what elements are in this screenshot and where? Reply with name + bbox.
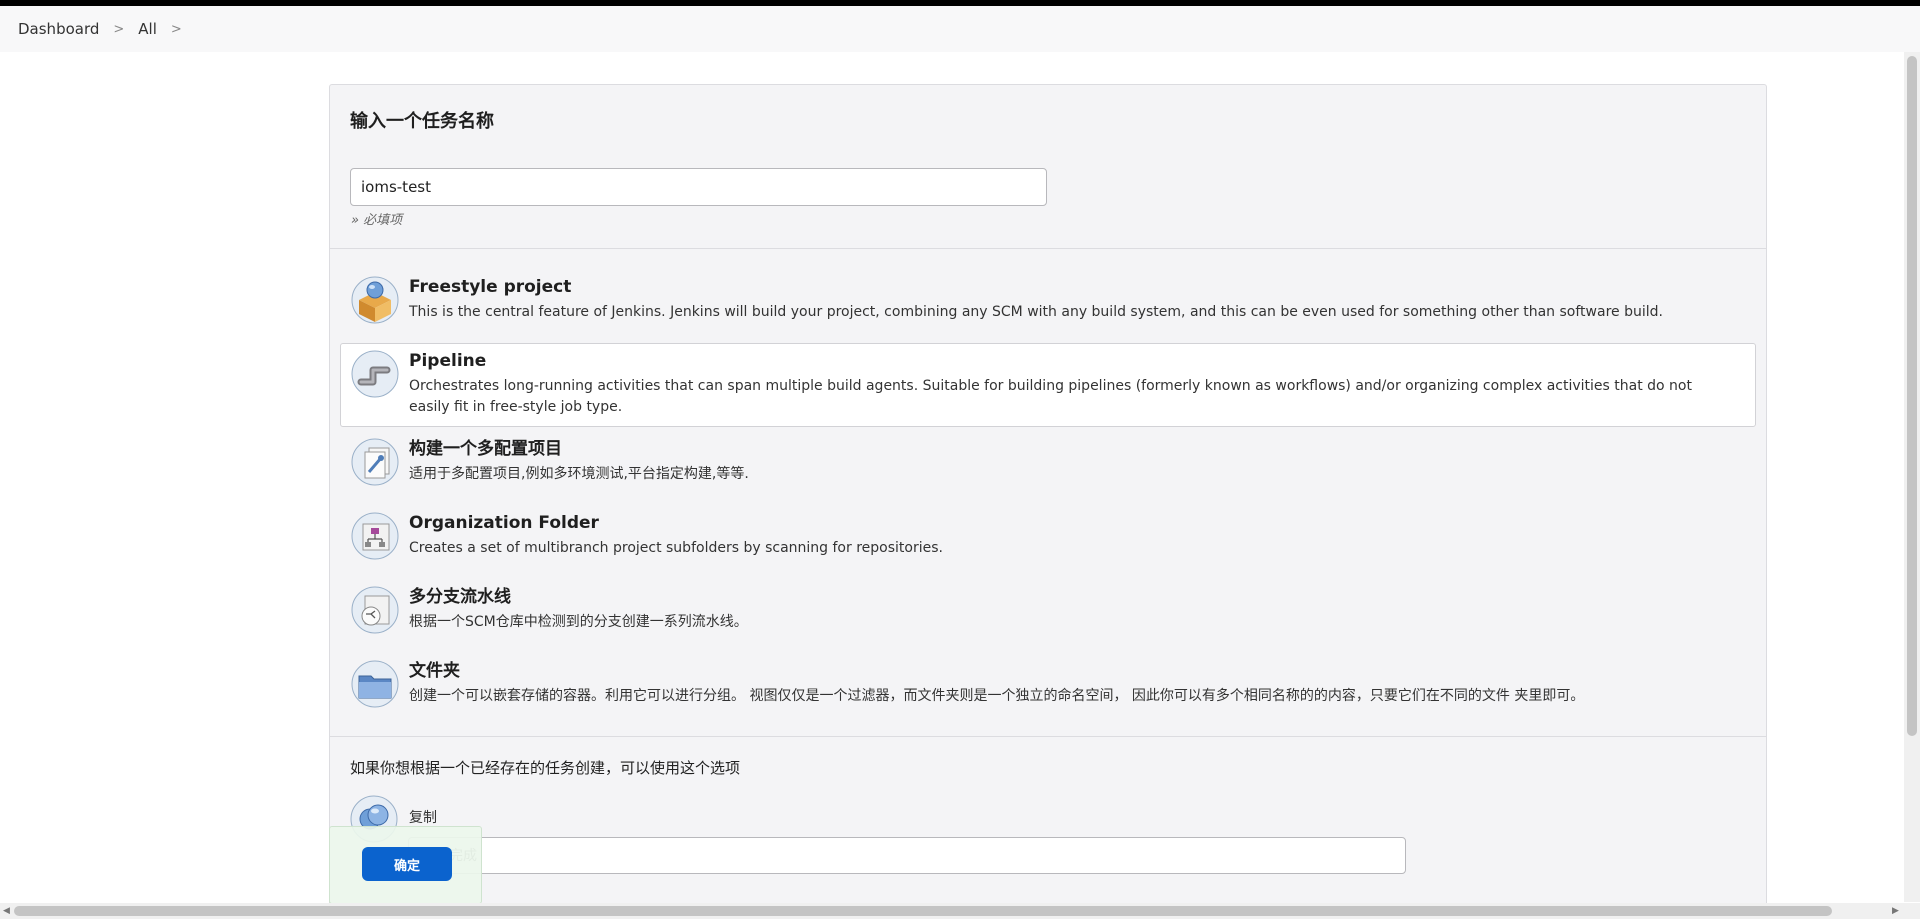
scroll-right-arrow-icon[interactable]: ▶ — [1892, 903, 1899, 919]
item-type-list: Freestyle project This is the central fe… — [330, 249, 1766, 737]
type-description: 适用于多配置项目,例如多环境测试,平台指定构建,等等. — [409, 466, 749, 482]
type-description: Creates a set of multibranch project sub… — [409, 540, 943, 556]
type-item-pipeline[interactable]: Pipeline Orchestrates long-running activ… — [340, 343, 1756, 427]
item-name-section: 输入一个任务名称 » 必填项 — [330, 85, 1766, 249]
type-name: 构建一个多配置项目 — [409, 439, 562, 459]
type-name: Organization Folder — [409, 513, 599, 533]
horizontal-scrollbar[interactable]: ◀ ▶ — [0, 903, 1920, 919]
type-name: Freestyle project — [409, 277, 572, 297]
freestyle-box-icon — [351, 276, 399, 324]
multi-config-icon — [351, 438, 399, 486]
breadcrumb-dashboard[interactable]: Dashboard — [18, 20, 99, 38]
breadcrumb-all[interactable]: All — [138, 20, 157, 38]
scroll-left-arrow-icon[interactable]: ◀ — [3, 903, 10, 919]
copy-from-title: 如果你想根据一个已经存在的任务创建，可以使用这个选项 — [350, 759, 741, 777]
copy-label: 复制 — [409, 810, 437, 826]
type-description: 创建一个可以嵌套存储的容器。利用它可以进行分组。 视图仅仅是一个过滤器，而文件夹… — [409, 688, 1585, 704]
type-item-multi-config[interactable]: 构建一个多配置项目 适用于多配置项目,例如多环境测试,平台指定构建,等等. — [340, 431, 1756, 501]
required-hint: » 必填项 — [351, 213, 403, 228]
horizontal-scrollbar-thumb[interactable] — [14, 906, 1832, 916]
type-item-freestyle[interactable]: Freestyle project This is the central fe… — [340, 269, 1756, 339]
copy-from-section: 如果你想根据一个已经存在的任务创建，可以使用这个选项 复制 — [330, 737, 1766, 874]
type-description: 根据一个SCM仓库中检测到的分支创建一系列流水线。 — [409, 614, 748, 630]
item-name-title: 输入一个任务名称 — [350, 111, 494, 132]
breadcrumb: Dashboard > All > — [0, 6, 1920, 52]
type-description: This is the central feature of Jenkins. … — [409, 304, 1663, 320]
multibranch-pipeline-icon — [351, 586, 399, 634]
type-name: 文件夹 — [409, 661, 460, 681]
organization-folder-icon — [351, 512, 399, 560]
copy-from-input[interactable] — [408, 837, 1406, 874]
type-name: 多分支流水线 — [409, 587, 511, 607]
type-item-multibranch-pipeline[interactable]: 多分支流水线 根据一个SCM仓库中检测到的分支创建一系列流水线。 — [340, 579, 1756, 649]
type-item-organization-folder[interactable]: Organization Folder Creates a set of mul… — [340, 505, 1756, 575]
vertical-scrollbar[interactable] — [1904, 52, 1920, 902]
breadcrumb-separator-icon: > — [113, 21, 125, 37]
folder-icon — [351, 660, 399, 708]
pipeline-pipe-icon — [351, 350, 399, 398]
type-description: Orchestrates long-running activities tha… — [409, 378, 1692, 415]
type-name: Pipeline — [409, 351, 487, 371]
type-item-folder[interactable]: 文件夹 创建一个可以嵌套存储的容器。利用它可以进行分组。 视图仅仅是一个过滤器，… — [340, 653, 1756, 723]
breadcrumb-dropdown-icon[interactable]: > — [171, 22, 182, 37]
ok-button-panel: 确定 — [329, 826, 482, 904]
item-name-input[interactable] — [350, 168, 1047, 206]
new-item-form: 输入一个任务名称 » 必填项 Freestyle project This is… — [329, 84, 1767, 910]
vertical-scrollbar-thumb[interactable] — [1907, 56, 1917, 736]
ok-button[interactable]: 确定 — [362, 847, 452, 881]
